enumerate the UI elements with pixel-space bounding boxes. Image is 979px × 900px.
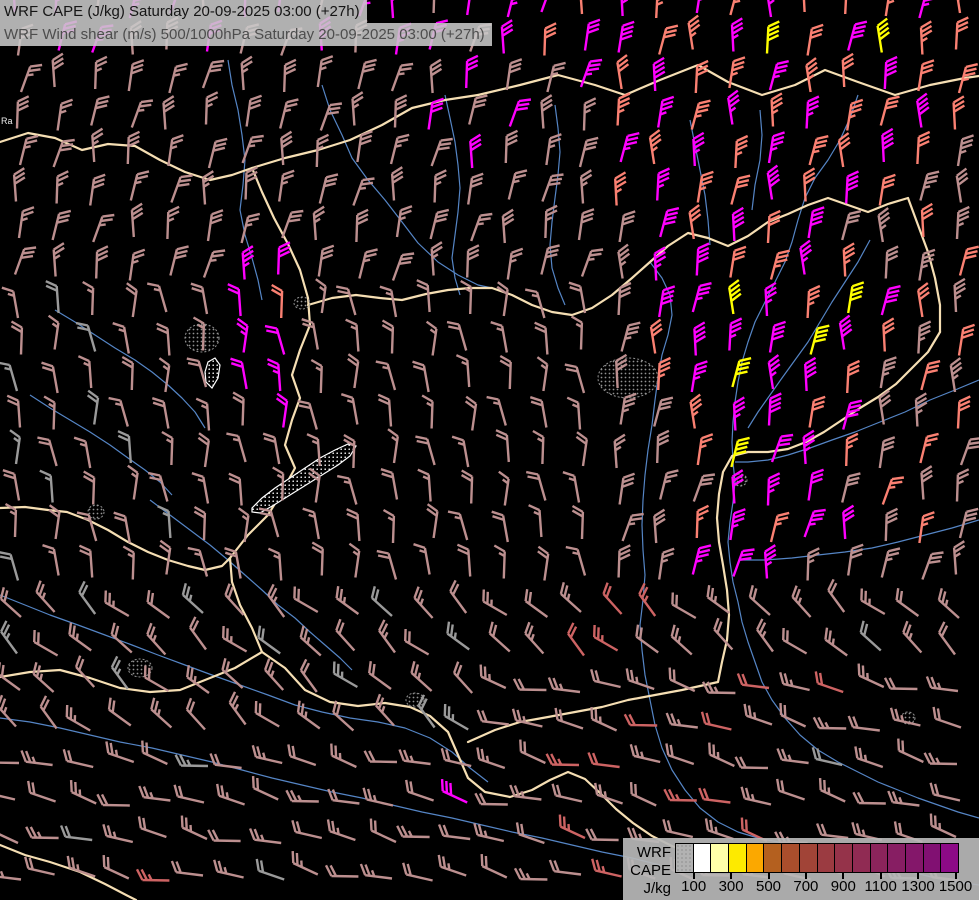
legend-cell (675, 843, 694, 873)
legend-ticks: 100 300 500 700 900 1100 1300 1500 (675, 873, 975, 897)
legend-cell (745, 843, 765, 873)
title-line-1: WRF CAPE (J/kg) Saturday 20-09-2025 03:0… (0, 0, 367, 23)
legend-tick-label: 900 (830, 878, 856, 895)
weather-map-screenshot: Ra WRF CAPE (J/kg) Saturday 20-09-2025 0… (0, 0, 979, 900)
title-line-2: WRF Wind shear (m/s) 500/1000hPa Saturda… (0, 23, 492, 46)
legend-cell (692, 843, 712, 873)
legend-cell (798, 843, 818, 873)
legend-tick-label: 1100 (864, 878, 897, 895)
legend-cell (904, 843, 924, 873)
map-background (0, 0, 979, 900)
legend-labels: WRF CAPE J/kg (627, 844, 671, 898)
legend-units-label: J/kg (643, 880, 671, 897)
legend-tick-label: 100 (681, 878, 707, 895)
legend-tick-label: 500 (755, 878, 782, 895)
legend-cell (887, 843, 906, 873)
cape-legend: WRF CAPE J/kg 100 300 500 700 900 1100 1300 150… (623, 838, 979, 900)
legend-tick-label: 300 (718, 878, 744, 895)
legend-color-bar (675, 843, 975, 873)
legend-model-label: WRF (636, 844, 671, 861)
place-label: Ra (1, 116, 13, 126)
city-area (293, 296, 311, 310)
legend-cell (763, 843, 783, 873)
legend-variable-label: CAPE (630, 862, 671, 879)
legend-cell (940, 843, 959, 873)
legend-cell (728, 843, 747, 873)
legend-cell (922, 843, 942, 873)
legend-cell (781, 843, 800, 873)
legend-tick-label: 700 (793, 878, 819, 895)
map-canvas: Ra (0, 0, 979, 900)
legend-bar: 100 300 500 700 900 1100 1300 1500 (675, 843, 975, 898)
city-area (597, 357, 659, 399)
legend-cell (834, 843, 853, 873)
legend-cell (816, 843, 836, 873)
legend-cell (710, 843, 730, 873)
legend-tick-label: 1500 (938, 878, 973, 895)
legend-tick-label: 1300 (901, 878, 935, 895)
legend-cell (869, 843, 889, 873)
legend-cell (851, 843, 871, 873)
